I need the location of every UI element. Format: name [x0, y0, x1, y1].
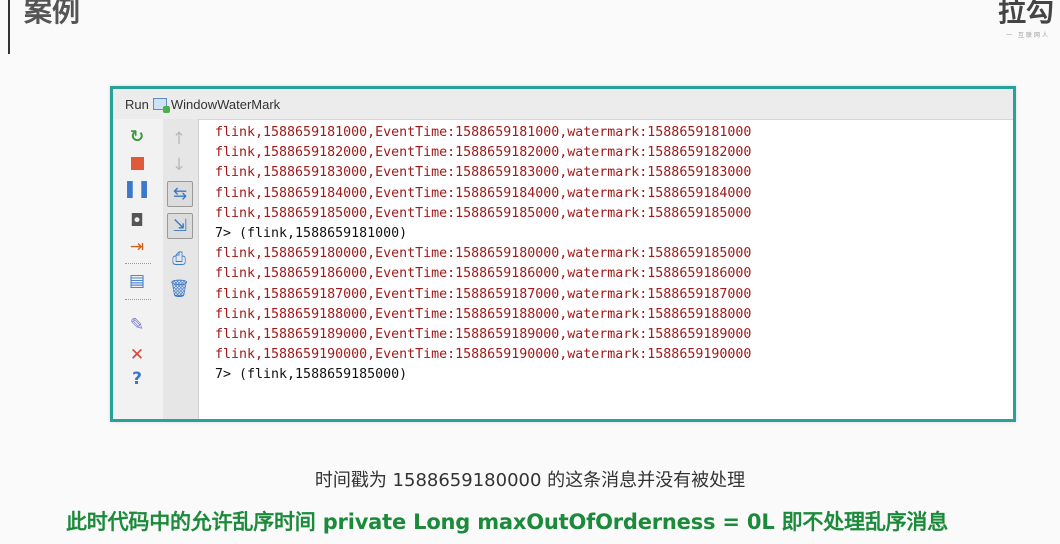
caption-highlight: 此时代码中的允许乱序时间 private Long maxOutOfOrdern… [66, 510, 949, 534]
run-label: Run [125, 96, 149, 112]
run-tool-window: Run WindowWaterMark ↻ ❚❚ ◘ ⇥ ▤ ✎ ✕ ? ↑ ↓… [110, 86, 1016, 422]
dump-threads-icon[interactable]: ◘ [125, 209, 149, 233]
console-line: 7> (flink,1588659181000) [215, 225, 408, 241]
console-line: flink,1588659187000,EventTime:1588659187… [215, 286, 752, 302]
console-line: flink,1588659185000,EventTime:1588659185… [215, 205, 752, 221]
stop-icon[interactable] [125, 151, 149, 175]
down-arrow-icon[interactable]: ↓ [167, 153, 191, 177]
help-icon[interactable]: ? [125, 367, 149, 391]
toolbar-separator [125, 263, 151, 264]
console-line: flink,1588659181000,EventTime:1588659181… [215, 125, 752, 140]
close-icon[interactable]: ✕ [125, 343, 149, 367]
run-config-tab[interactable]: WindowWaterMark [171, 97, 280, 112]
console-line: flink,1588659183000,EventTime:1588659183… [215, 165, 752, 181]
console-line: flink,1588659189000,EventTime:1588659189… [215, 326, 752, 342]
run-toolbar-primary: ↻ ❚❚ ◘ ⇥ ▤ ✎ ✕ ? [113, 119, 163, 419]
console-line: 7> (flink,1588659185000) [215, 367, 408, 383]
console-line: flink,1588659186000,EventTime:1588659186… [215, 266, 752, 282]
console-line: flink,1588659190000,EventTime:1588659190… [215, 347, 752, 363]
soft-wrap-icon[interactable]: ⇆ [167, 181, 193, 207]
pin-icon[interactable]: ✎ [125, 313, 149, 337]
console-line: flink,1588659184000,EventTime:1588659184… [215, 185, 752, 201]
run-config-icon [152, 98, 170, 113]
slide-title: 案例 [24, 0, 81, 28]
console-line: flink,1588659182000,EventTime:1588659182… [215, 145, 752, 161]
console-output[interactable]: flink,1588659181000,EventTime:1588659181… [215, 123, 1005, 419]
print-icon[interactable]: ⎙ [167, 247, 191, 271]
rerun-icon[interactable]: ↻ [125, 125, 149, 149]
run-toolbar-secondary: ↑ ↓ ⇆ ⇲ ⎙ 🗑 [163, 119, 199, 419]
toolbar-separator [125, 299, 151, 300]
caption-primary: 时间戳为 1588659180000 的这条消息并没有被处理 [314, 470, 746, 491]
up-arrow-icon[interactable]: ↑ [167, 127, 191, 151]
console-line: flink,1588659188000,EventTime:1588659188… [215, 306, 752, 322]
brand-logo: 拉勾 [997, 0, 1054, 28]
run-tool-window-header: Run WindowWaterMark [113, 89, 1013, 120]
brand-tagline: 一 互联网人 [1006, 32, 1050, 39]
trash-icon[interactable]: 🗑 [167, 277, 191, 301]
layout-icon[interactable]: ▤ [125, 269, 149, 293]
console-line: flink,1588659180000,EventTime:1588659180… [215, 246, 752, 262]
exit-icon[interactable]: ⇥ [125, 235, 149, 259]
slide-title-bar [8, 0, 10, 54]
pause-icon[interactable]: ❚❚ [123, 177, 152, 201]
scroll-to-end-icon[interactable]: ⇲ [167, 213, 193, 239]
